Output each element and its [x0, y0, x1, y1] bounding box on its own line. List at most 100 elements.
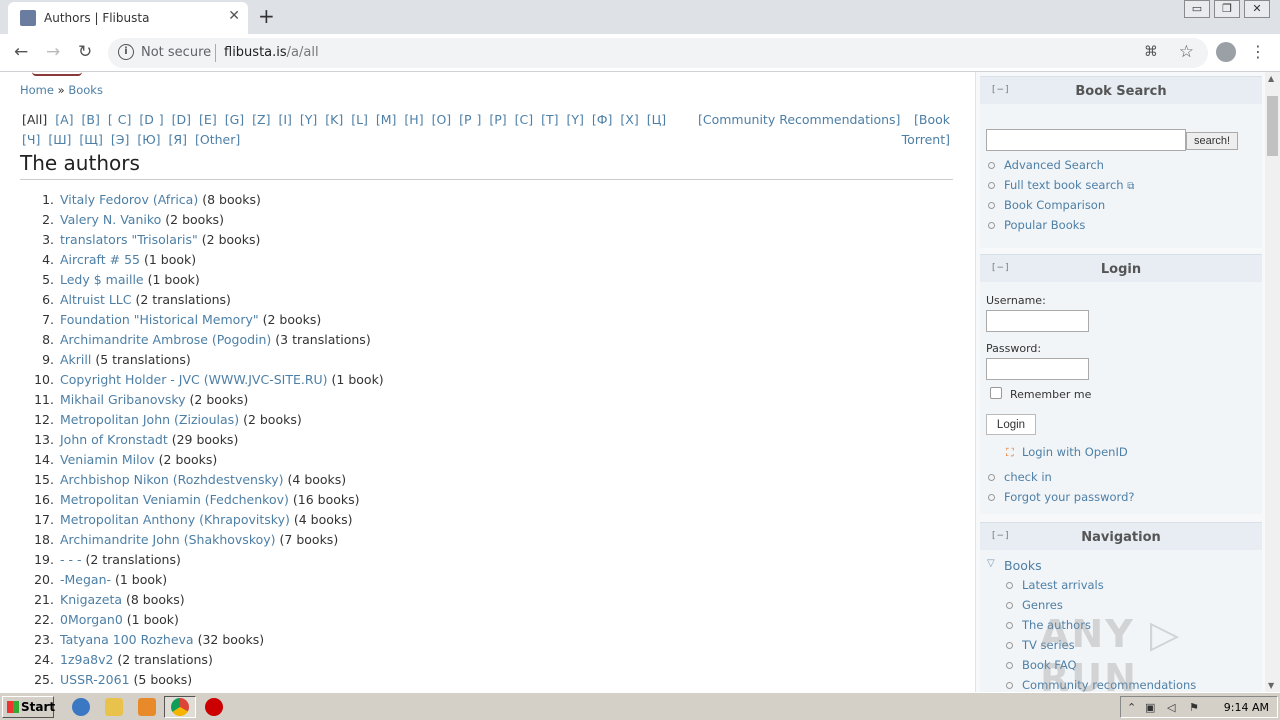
- browser-tab[interactable]: Authors | Flibusta ✕: [8, 2, 248, 34]
- community-recommendations-link[interactable]: [Community Recommendations]: [698, 110, 900, 130]
- letter-filter-link[interactable]: [D]: [172, 112, 191, 127]
- author-link[interactable]: 1z9a8v2: [60, 652, 113, 667]
- letter-filter-link[interactable]: [P ]: [459, 112, 481, 127]
- letter-filter-link[interactable]: [H]: [404, 112, 423, 127]
- author-link[interactable]: Mikhail Gribanovsky: [60, 392, 186, 407]
- popular-books-text[interactable]: Popular Books: [1004, 218, 1085, 232]
- letter-filter-link[interactable]: [G]: [225, 112, 244, 127]
- letter-filter-link[interactable]: [Э]: [111, 132, 129, 147]
- search-input[interactable]: [986, 129, 1186, 151]
- letter-filter-link[interactable]: [A]: [55, 112, 73, 127]
- nav-item-link[interactable]: Latest arrivals: [1022, 578, 1104, 592]
- letter-filter-link[interactable]: [K]: [325, 112, 343, 127]
- ie-icon[interactable]: [72, 698, 90, 716]
- letter-filter-link[interactable]: [Other]: [195, 132, 240, 147]
- author-link[interactable]: Archbishop Nikon (Rozhdestvensky): [60, 472, 284, 487]
- author-link[interactable]: Akrill: [60, 352, 91, 367]
- explorer-folder-icon[interactable]: [105, 698, 123, 716]
- remember-me-checkbox[interactable]: [990, 387, 1002, 399]
- book-torrent-link[interactable]: [Book: [914, 110, 950, 130]
- restore-button[interactable]: ❐: [1214, 0, 1240, 18]
- book-torrent-link-cont[interactable]: Torrent]: [902, 130, 950, 150]
- close-window-button[interactable]: ✕: [1244, 0, 1270, 18]
- author-link[interactable]: translators "Trisolaris": [60, 232, 198, 247]
- nav-books-link[interactable]: Books: [986, 558, 1042, 578]
- reload-icon[interactable]: ↻: [78, 42, 92, 62]
- page-scrollbar[interactable]: ▲ ▼: [1265, 72, 1280, 692]
- letter-filter-link[interactable]: [Ц]: [647, 112, 666, 127]
- popular-books-link[interactable]: Popular Books: [986, 218, 1134, 238]
- author-link[interactable]: Metropolitan John (Zizioulas): [60, 412, 239, 427]
- advanced-search-link[interactable]: Advanced Search: [986, 158, 1134, 178]
- author-link[interactable]: Metropolitan Veniamin (Fedchenkov): [60, 492, 289, 507]
- breadcrumb-books-link[interactable]: Books: [68, 83, 103, 97]
- scrollbar-thumb[interactable]: [1267, 96, 1278, 156]
- forgot-password-link[interactable]: Forgot your password?: [986, 490, 1134, 510]
- login-button[interactable]: Login: [986, 414, 1036, 435]
- letter-filter-link[interactable]: [Ю]: [137, 132, 160, 147]
- volume-icon[interactable]: ◁: [1167, 701, 1175, 714]
- author-link[interactable]: 0Morgan0: [60, 612, 123, 627]
- translate-icon[interactable]: ⌘: [1144, 44, 1158, 60]
- author-link[interactable]: Ledy $ maille: [60, 272, 144, 287]
- scroll-up-icon[interactable]: ▲: [1268, 74, 1274, 83]
- letter-filter-link[interactable]: [Y]: [300, 112, 317, 127]
- letter-filter-link[interactable]: [O]: [432, 112, 452, 127]
- letter-filter-link[interactable]: [E]: [199, 112, 217, 127]
- info-icon[interactable]: i: [118, 44, 134, 60]
- letter-filter-link[interactable]: [Ч]: [22, 132, 40, 147]
- author-link[interactable]: - - -: [60, 552, 81, 567]
- taskbar-clock[interactable]: 9:14 AM: [1224, 701, 1269, 714]
- close-tab-icon[interactable]: ✕: [228, 8, 240, 24]
- author-link[interactable]: Archimandrite John (Shakhovskoy): [60, 532, 276, 547]
- author-link[interactable]: Copyright Holder - JVC (WWW.JVC-SITE.RU): [60, 372, 328, 387]
- letter-filter-link[interactable]: [Ф]: [592, 112, 613, 127]
- letter-filter-link[interactable]: [D ]: [139, 112, 163, 127]
- author-link[interactable]: Knigazeta: [60, 592, 122, 607]
- author-link[interactable]: Veniamin Milov: [60, 452, 155, 467]
- forward-arrow-icon[interactable]: →: [46, 42, 60, 62]
- flag-icon[interactable]: ⚑: [1189, 701, 1199, 714]
- letter-filter-link[interactable]: [Я]: [169, 132, 187, 147]
- new-tab-button[interactable]: +: [258, 4, 275, 28]
- author-link[interactable]: Archimandrite Ambrose (Pogodin): [60, 332, 271, 347]
- author-link[interactable]: Foundation "Historical Memory": [60, 312, 259, 327]
- author-link[interactable]: USSR-2061: [60, 672, 130, 687]
- nav-item-link[interactable]: Genres: [1022, 598, 1063, 612]
- advanced-search-text[interactable]: Advanced Search: [1004, 158, 1104, 172]
- book-comparison-link[interactable]: Book Comparison: [986, 198, 1134, 218]
- password-field[interactable]: [986, 358, 1089, 380]
- letter-filter-link[interactable]: [L]: [351, 112, 368, 127]
- book-comparison-text[interactable]: Book Comparison: [1004, 198, 1105, 212]
- letter-filter-link[interactable]: [X]: [620, 112, 638, 127]
- letter-filter-link[interactable]: [I]: [278, 112, 291, 127]
- antivirus-icon[interactable]: [205, 698, 223, 716]
- bookmark-star-icon[interactable]: ☆: [1179, 42, 1194, 62]
- breadcrumb-home-link[interactable]: Home: [20, 83, 54, 97]
- check-in-link[interactable]: check in: [986, 470, 1134, 490]
- chrome-taskbar-button[interactable]: [164, 696, 196, 718]
- author-link[interactable]: Valery N. Vaniko: [60, 212, 161, 227]
- author-link[interactable]: Vitaly Fedorov (Africa): [60, 192, 198, 207]
- back-arrow-icon[interactable]: ←: [14, 42, 28, 62]
- letter-filter-link[interactable]: [M]: [376, 112, 397, 127]
- address-bar[interactable]: i Not secure flibusta.is/a/all ⌘ ☆: [108, 38, 1208, 68]
- openid-login-link[interactable]: Login with OpenID: [1022, 445, 1128, 459]
- username-field[interactable]: [986, 310, 1089, 332]
- letter-filter-link[interactable]: [ C]: [108, 112, 131, 127]
- nav-books-text[interactable]: Books: [1004, 558, 1042, 573]
- profile-avatar-icon[interactable]: [1216, 42, 1236, 62]
- author-link[interactable]: Tatyana 100 Rozheva: [60, 632, 194, 647]
- search-button[interactable]: search!: [1186, 132, 1238, 150]
- letter-filter-link[interactable]: [Y]: [567, 112, 584, 127]
- nav-item[interactable]: Latest arrivals: [1004, 578, 1196, 598]
- letter-filter-link[interactable]: [C]: [515, 112, 533, 127]
- minimize-button[interactable]: ▭: [1184, 0, 1210, 18]
- letter-filter-link[interactable]: [Щ]: [79, 132, 102, 147]
- letter-filter-link[interactable]: [B]: [82, 112, 100, 127]
- letter-filter-link[interactable]: [T]: [541, 112, 558, 127]
- author-link[interactable]: John of Kronstadt: [60, 432, 168, 447]
- author-link[interactable]: Metropolitan Anthony (Khrapovitsky): [60, 512, 290, 527]
- media-player-icon[interactable]: [138, 698, 156, 716]
- full-text-search-text[interactable]: Full text book search: [1004, 178, 1124, 192]
